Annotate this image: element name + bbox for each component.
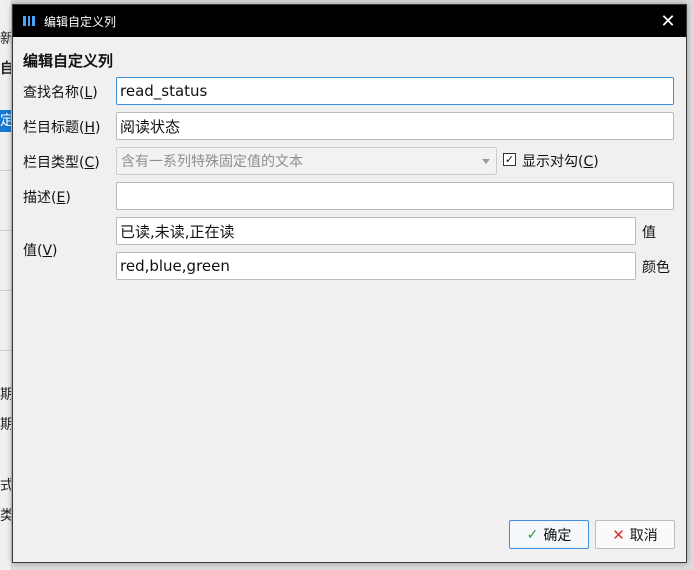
background-divider <box>0 230 11 231</box>
cancel-button-label: 取消 <box>629 527 658 544</box>
lookup-name-value: read_status <box>120 82 208 100</box>
values-value: 已读,未读,正在读 <box>120 222 235 241</box>
column-type-value: 含有一系列特殊固定值的文本 <box>121 154 303 170</box>
edit-custom-column-dialog: 编辑自定义列 ✕ 编辑自定义列 查找名称(L) read_status 栏目标题… <box>12 4 687 563</box>
column-type-label: 栏目类型(C) <box>23 155 100 171</box>
column-heading-value: 阅读状态 <box>120 117 181 136</box>
window-title: 编辑自定义列 <box>44 14 117 29</box>
description-label: 描述(E) <box>23 190 71 206</box>
background-text-fragment: 期 <box>0 384 11 404</box>
background-divider <box>0 350 11 351</box>
background-selected-item: 定 <box>0 110 11 132</box>
show-checkmark-checkbox[interactable]: ✓ <box>503 153 516 166</box>
background-text-fragment: 自 <box>0 58 11 78</box>
colors-side-label: 颜色 <box>642 260 670 276</box>
cancel-button[interactable]: ✕ 取消 <box>595 520 675 549</box>
app-icon <box>23 16 36 26</box>
background-app-window: 新 自 定 期 期 式 类 <box>0 0 12 570</box>
lookup-name-input[interactable]: read_status <box>116 77 674 105</box>
values-side-label: 值 <box>642 225 656 241</box>
column-type-select[interactable]: 含有一系列特殊固定值的文本 <box>116 147 497 175</box>
column-heading-label: 栏目标题(H) <box>23 120 101 136</box>
chevron-down-icon <box>482 159 490 164</box>
cancel-icon: ✕ <box>612 525 625 544</box>
background-divider <box>0 290 11 291</box>
colors-value: red,blue,green <box>120 257 230 275</box>
colors-input[interactable]: red,blue,green <box>116 252 636 280</box>
lookup-name-label: 查找名称(L) <box>23 85 98 101</box>
background-text-fragment: 新 <box>0 28 11 48</box>
background-text-fragment: 类 <box>0 505 11 525</box>
values-input[interactable]: 已读,未读,正在读 <box>116 217 636 245</box>
values-label: 值(V) <box>23 243 58 259</box>
description-input[interactable] <box>116 182 674 210</box>
checkmark-icon: ✓ <box>526 526 539 543</box>
show-checkmark-label[interactable]: 显示对勾(C) <box>522 151 599 171</box>
background-text-fragment: 期 <box>0 414 11 434</box>
ok-button[interactable]: ✓ 确定 <box>509 520 589 549</box>
ok-button-label: 确定 <box>543 527 572 544</box>
title-bar[interactable]: 编辑自定义列 ✕ <box>13 5 686 37</box>
background-text-fragment: 式 <box>0 475 11 495</box>
background-divider <box>0 170 11 171</box>
close-icon[interactable]: ✕ <box>650 5 686 37</box>
dialog-heading: 编辑自定义列 <box>23 52 114 70</box>
column-heading-input[interactable]: 阅读状态 <box>116 112 674 140</box>
